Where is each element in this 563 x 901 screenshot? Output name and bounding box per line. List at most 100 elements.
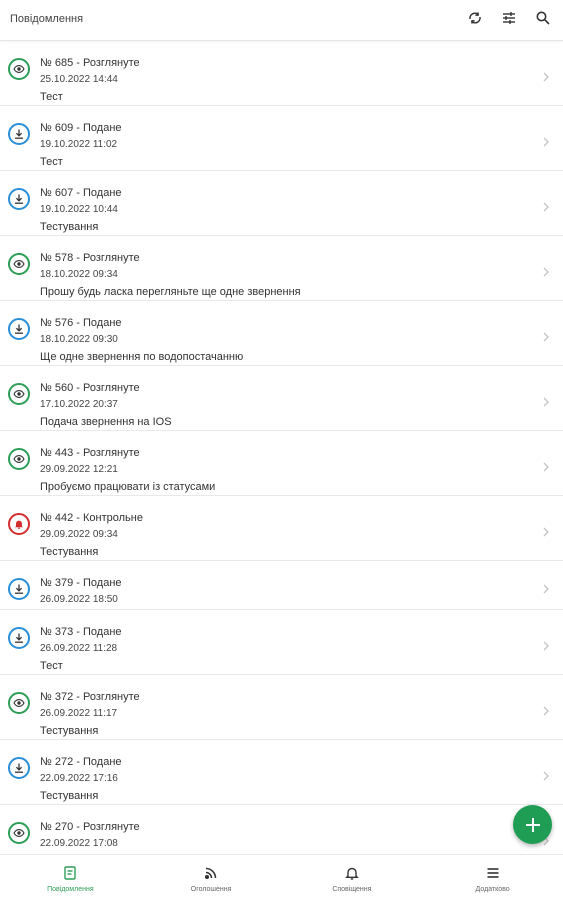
list-item[interactable]: № 373 - Подане 26.09.2022 11:28 Тест <box>0 610 563 675</box>
status-submitted-badge <box>8 123 30 145</box>
appeal-number: № 379 <box>40 577 74 589</box>
nav-messages[interactable]: Повідомлення <box>0 855 141 901</box>
download-icon <box>15 584 23 594</box>
appeal-status: Розглянуте <box>83 691 140 703</box>
appeal-title: № 372 - Розглянуте <box>40 691 140 703</box>
appeal-status: Подане <box>83 626 122 638</box>
separator: - <box>73 512 83 524</box>
nav-announcements[interactable]: Оголошення <box>141 855 282 901</box>
appeal-title: № 379 - Подане <box>40 577 122 589</box>
appeal-description: Тестування <box>40 725 99 737</box>
appeal-date: 25.10.2022 14:44 <box>40 74 118 85</box>
appeal-date: 26.09.2022 18:50 <box>40 594 118 605</box>
appeal-date: 26.09.2022 11:17 <box>40 708 118 719</box>
bell-icon <box>345 867 359 880</box>
separator: - <box>73 187 83 199</box>
appeal-number: № 685 <box>40 57 74 69</box>
separator: - <box>73 691 83 703</box>
bell-alert-icon <box>15 520 23 529</box>
appeal-number: № 442 <box>40 512 74 524</box>
appeal-status: Розглянуте <box>83 252 140 264</box>
nav-label: Оголошення <box>190 886 232 893</box>
chevron-right-icon <box>543 706 549 716</box>
status-submitted-badge <box>8 578 30 600</box>
appeal-date: 18.10.2022 09:30 <box>40 334 118 345</box>
top-app-bar: Повідомлення <box>0 0 563 41</box>
status-viewed-badge <box>8 58 30 80</box>
list-item[interactable]: № 609 - Подане 19.10.2022 11:02 Тест <box>0 106 563 171</box>
list-item[interactable]: № 270 - Розглянуте 22.09.2022 17:08 <box>0 805 563 854</box>
appeal-date: 26.09.2022 11:28 <box>40 643 118 654</box>
nav-label: Додатково <box>475 886 510 893</box>
list-item[interactable]: № 272 - Подане 22.09.2022 17:16 Тестування <box>0 740 563 805</box>
list-item[interactable]: № 576 - Подане 18.10.2022 09:30 Ще одне зв… <box>0 301 563 366</box>
appeal-number: № 609 <box>40 122 74 134</box>
status-viewed-badge <box>8 822 30 844</box>
separator: - <box>73 382 83 394</box>
appeal-title: № 272 - Подане <box>40 756 122 768</box>
appeal-description: Тест <box>40 91 63 103</box>
appeal-number: № 560 <box>40 382 74 394</box>
eye-icon <box>13 260 25 268</box>
list-item[interactable]: № 560 - Розглянуте 17.10.2022 20:37 Подача… <box>0 366 563 431</box>
list-item[interactable]: № 372 - Розглянуте 26.09.2022 11:17 Тестув… <box>0 675 563 740</box>
appeal-number: № 443 <box>40 447 74 459</box>
list-item[interactable]: № 578 - Розглянуте 18.10.2022 09:34 Прошу … <box>0 236 563 301</box>
status-control-badge <box>8 513 30 535</box>
download-icon <box>15 324 23 334</box>
appeal-date: 19.10.2022 11:02 <box>40 139 118 150</box>
nav-notifications[interactable]: Сповіщення <box>282 855 423 901</box>
status-submitted-badge <box>8 757 30 779</box>
separator: - <box>73 821 83 833</box>
nav-more[interactable]: Додатково <box>422 855 563 901</box>
separator: - <box>73 447 83 459</box>
appeal-status: Подане <box>83 317 122 329</box>
appeal-description: Пробуємо працювати із статусами <box>40 481 216 493</box>
appeal-number: № 607 <box>40 187 74 199</box>
chevron-right-icon <box>543 137 549 147</box>
appeal-date: 22.09.2022 17:16 <box>40 773 118 784</box>
appeal-title: № 270 - Розглянуте <box>40 821 140 833</box>
list-item[interactable]: № 607 - Подане 19.10.2022 10:44 Тестування <box>0 171 563 236</box>
appeal-description: Подача звернення на IOS <box>40 416 172 428</box>
eye-icon <box>13 829 25 837</box>
appeal-status: Подане <box>83 756 122 768</box>
eye-icon <box>13 455 25 463</box>
chevron-right-icon <box>543 202 549 212</box>
appeal-number: № 373 <box>40 626 74 638</box>
refresh-icon[interactable] <box>467 10 483 26</box>
appeal-description: Тест <box>40 660 63 672</box>
appeal-date: 17.10.2022 20:37 <box>40 399 118 410</box>
toolbar-actions <box>467 10 551 26</box>
list-item[interactable]: № 379 - Подане 26.09.2022 18:50 <box>0 561 563 610</box>
appeal-title: № 685 - Розглянуте <box>40 57 140 69</box>
filter-icon[interactable] <box>501 10 517 26</box>
menu-icon <box>487 868 499 878</box>
appeal-description: Тест <box>40 156 63 168</box>
add-appeal-button[interactable] <box>513 805 552 844</box>
appeal-date: 22.09.2022 17:08 <box>40 838 118 849</box>
appeal-title: № 607 - Подане <box>40 187 122 199</box>
chevron-right-icon <box>543 771 549 781</box>
appeal-number: № 576 <box>40 317 74 329</box>
status-viewed-badge <box>8 253 30 275</box>
chevron-right-icon <box>543 332 549 342</box>
list-item[interactable]: № 442 - Контрольне 29.09.2022 09:34 Тестув… <box>0 496 563 561</box>
appeals-list[interactable]: № 685 - Розглянуте 25.10.2022 14:44 Тест № … <box>0 41 563 854</box>
eye-icon <box>13 390 25 398</box>
status-viewed-badge <box>8 383 30 405</box>
rss-icon <box>205 867 217 880</box>
search-icon[interactable] <box>535 10 551 26</box>
appeal-status: Розглянуте <box>83 57 140 69</box>
appeal-title: № 443 - Розглянуте <box>40 447 140 459</box>
list-item[interactable]: № 443 - Розглянуте 29.09.2022 12:21 Пробує… <box>0 431 563 496</box>
status-submitted-badge <box>8 318 30 340</box>
appeal-date: 29.09.2022 09:34 <box>40 529 118 540</box>
chevron-right-icon <box>543 584 549 594</box>
appeal-date: 19.10.2022 10:44 <box>40 204 118 215</box>
page-title: Повідомлення <box>10 13 84 25</box>
nav-label: Повідомлення <box>47 886 94 893</box>
separator: - <box>73 122 83 134</box>
list-item[interactable]: № 685 - Розглянуте 25.10.2022 14:44 Тест <box>0 41 563 106</box>
appeal-description: Тестування <box>40 221 99 233</box>
